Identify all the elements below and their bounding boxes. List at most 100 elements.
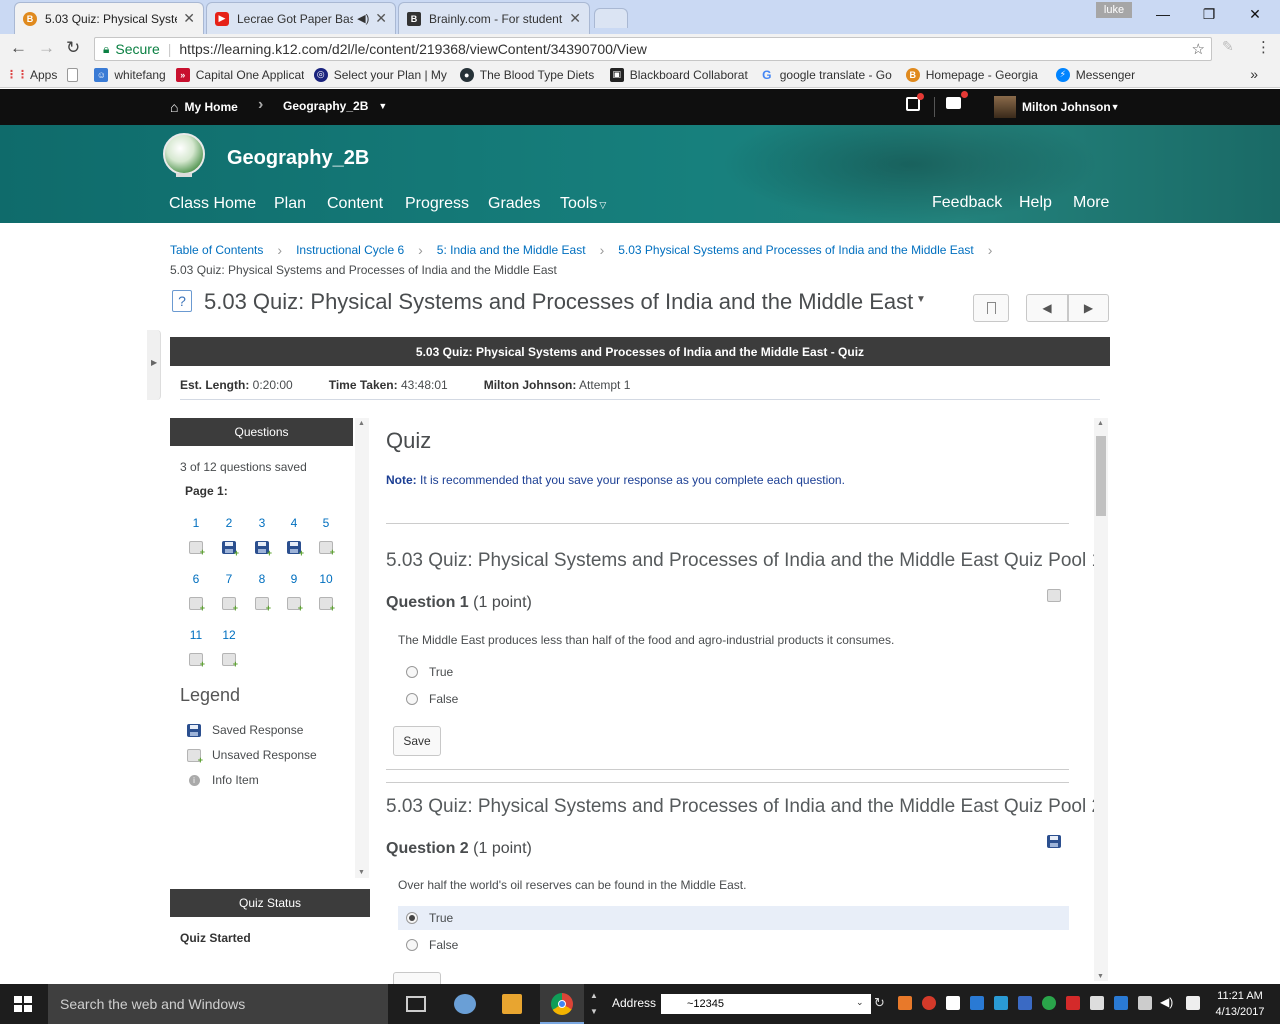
address-bar[interactable]: 🔒︎ Secure | https://learning.k12.com/d2l… bbox=[94, 37, 1212, 61]
nav-grades[interactable]: Grades bbox=[488, 195, 540, 213]
speaker-icon[interactable]: ◀) bbox=[357, 12, 369, 25]
bookmark-capital-one[interactable]: » Capital One Applicati bbox=[175, 67, 304, 82]
quiz-scrollbar[interactable]: ▲ ▼ bbox=[1094, 418, 1108, 981]
app-icon[interactable] bbox=[454, 994, 476, 1014]
save-button[interactable]: Save bbox=[393, 726, 441, 756]
close-tab-icon[interactable]: ✕ bbox=[183, 10, 195, 27]
answer-option-true[interactable]: True bbox=[398, 906, 1069, 930]
tray-app-icon[interactable] bbox=[946, 996, 960, 1010]
nav-more[interactable]: More bbox=[1073, 194, 1109, 212]
scroll-down-icon[interactable]: ▼ bbox=[358, 869, 365, 876]
bookmark-homepage-georgia[interactable]: B Homepage - Georgia bbox=[905, 67, 1046, 82]
radio-button-selected[interactable] bbox=[406, 912, 418, 924]
radio-button[interactable] bbox=[406, 939, 418, 951]
scroll-up-icon[interactable]: ▲ bbox=[1097, 420, 1104, 427]
task-view-icon[interactable] bbox=[406, 996, 426, 1012]
bookmark-whitefang[interactable]: ☺ whitefang bbox=[94, 67, 166, 82]
questions-scrollbar[interactable]: ▲ ▼ bbox=[355, 418, 369, 878]
question-link-8[interactable]: 8 bbox=[250, 572, 274, 586]
toolbar-scroll-icon[interactable]: ▲ ▼ bbox=[590, 988, 598, 1020]
bookmark-messenger[interactable]: ⚡ Messenger bbox=[1055, 67, 1135, 82]
breadcrumb-lesson[interactable]: 5.03 Physical Systems and Processes of I… bbox=[618, 243, 974, 257]
bookmark-apps[interactable]: ⋮⋮ Apps bbox=[10, 68, 57, 82]
bookmarks-overflow-icon[interactable]: » bbox=[1250, 66, 1258, 82]
subscriptions-icon[interactable] bbox=[946, 91, 968, 109]
extension-icon[interactable]: ✎ bbox=[1222, 38, 1234, 55]
updates-icon[interactable] bbox=[906, 93, 924, 111]
question-link-7[interactable]: 7 bbox=[217, 572, 241, 586]
answer-option-false[interactable]: False bbox=[398, 687, 1069, 711]
restore-icon[interactable]: ❐ bbox=[1186, 0, 1232, 28]
unsaved-disk-icon[interactable]: + bbox=[222, 653, 238, 669]
course-selector[interactable]: Geography_2B ▼ bbox=[283, 99, 387, 113]
nav-content[interactable]: Content bbox=[327, 195, 383, 213]
breadcrumb-instructional-cycle[interactable]: Instructional Cycle 6 bbox=[296, 243, 404, 257]
browser-tab-youtube[interactable]: ▶ Lecrae Got Paper Bas ◀) ✕ bbox=[206, 2, 396, 34]
user-menu[interactable]: Milton Johnson ▼ bbox=[994, 96, 1120, 118]
back-icon[interactable]: ← bbox=[10, 38, 27, 58]
tray-app-icon[interactable] bbox=[994, 996, 1008, 1010]
unsaved-disk-icon[interactable]: + bbox=[319, 541, 335, 557]
scroll-down-icon[interactable]: ▼ bbox=[1097, 973, 1104, 980]
saved-disk-icon[interactable]: + bbox=[255, 541, 272, 558]
unsaved-disk-icon[interactable]: + bbox=[319, 597, 335, 613]
answer-option-true[interactable]: True bbox=[398, 660, 1069, 684]
tray-app-icon[interactable] bbox=[922, 996, 936, 1010]
bookmark-button[interactable] bbox=[973, 294, 1009, 322]
taskbar-clock[interactable]: 11:21 AM 4/13/2017 bbox=[1208, 988, 1272, 1020]
course-title[interactable]: Geography_2B bbox=[227, 147, 369, 170]
bookmark-google-translate[interactable]: G google translate - Go bbox=[760, 68, 896, 82]
saved-disk-icon[interactable]: + bbox=[222, 541, 239, 558]
unsaved-disk-icon[interactable]: + bbox=[287, 597, 303, 613]
volume-icon[interactable]: ◀) bbox=[1160, 995, 1173, 1009]
windows-start-icon[interactable] bbox=[14, 996, 32, 1012]
nav-help[interactable]: Help bbox=[1019, 194, 1052, 212]
tray-app-icon[interactable] bbox=[1114, 996, 1128, 1010]
bookmark-blackboard[interactable]: ▣ Blackboard Collaborat bbox=[609, 67, 750, 82]
unsaved-disk-icon[interactable]: + bbox=[222, 597, 238, 613]
address-toolbar-input[interactable]: ~12345 bbox=[661, 994, 871, 1014]
radio-button[interactable] bbox=[406, 666, 418, 678]
reload-icon[interactable]: ↻ bbox=[66, 38, 80, 58]
question-link-4[interactable]: 4 bbox=[282, 516, 306, 530]
nav-feedback[interactable]: Feedback bbox=[932, 194, 1002, 212]
collapse-toc-handle[interactable]: ▶ bbox=[147, 330, 161, 400]
bookmark-page[interactable] bbox=[67, 67, 84, 82]
refresh-icon[interactable]: ↻ bbox=[874, 995, 885, 1011]
nav-plan[interactable]: Plan bbox=[274, 195, 306, 213]
nav-tools[interactable]: Tools ▽ bbox=[560, 195, 606, 213]
profile-badge[interactable]: luke bbox=[1096, 2, 1132, 18]
dropbox-icon[interactable] bbox=[1138, 996, 1152, 1010]
saved-disk-icon[interactable]: + bbox=[287, 541, 304, 558]
radio-button[interactable] bbox=[406, 693, 418, 705]
close-tab-icon[interactable]: ✕ bbox=[569, 10, 581, 27]
chrome-taskbar-button[interactable] bbox=[540, 984, 584, 1024]
my-home-link[interactable]: ⌂ My Home bbox=[170, 99, 238, 115]
unsaved-disk-icon[interactable]: + bbox=[189, 541, 205, 557]
chevron-down-icon[interactable]: ⌄ bbox=[856, 997, 864, 1008]
forward-icon[interactable]: → bbox=[38, 38, 55, 58]
breadcrumb-unit[interactable]: 5: India and the Middle East bbox=[437, 243, 586, 257]
bookmark-select-plan[interactable]: ◎ Select your Plan | My bbox=[313, 67, 450, 82]
minimize-icon[interactable]: — bbox=[1140, 0, 1186, 28]
question-link-9[interactable]: 9 bbox=[282, 572, 306, 586]
unsaved-disk-icon[interactable]: + bbox=[189, 653, 205, 669]
question-link-6[interactable]: 6 bbox=[184, 572, 208, 586]
tray-app-icon[interactable] bbox=[970, 996, 984, 1010]
question-link-12[interactable]: 12 bbox=[217, 628, 241, 642]
close-window-icon[interactable]: ✕ bbox=[1232, 0, 1278, 28]
breadcrumb-table-of-contents[interactable]: Table of Contents bbox=[170, 243, 263, 257]
browser-tab-brainly[interactable]: B Brainly.com - For student ✕ bbox=[398, 2, 590, 34]
tray-app-icon[interactable] bbox=[1042, 996, 1056, 1010]
browser-tab-quiz[interactable]: B 5.03 Quiz: Physical Syste ✕ bbox=[14, 2, 204, 34]
next-topic-button[interactable]: ▶ bbox=[1068, 294, 1109, 322]
question-link-2[interactable]: 2 bbox=[217, 516, 241, 530]
bookmark-star-icon[interactable]: ☆ bbox=[1192, 40, 1205, 58]
previous-topic-button[interactable]: ◀ bbox=[1026, 294, 1068, 322]
question-link-10[interactable]: 10 bbox=[314, 572, 338, 586]
answer-option-false[interactable]: False bbox=[398, 933, 1069, 957]
scroll-up-icon[interactable]: ▲ bbox=[358, 420, 365, 427]
title-menu-chevron-icon[interactable]: ▼ bbox=[916, 294, 926, 305]
tray-app-icon[interactable] bbox=[1090, 996, 1104, 1010]
scrollbar-thumb[interactable] bbox=[1096, 436, 1106, 516]
